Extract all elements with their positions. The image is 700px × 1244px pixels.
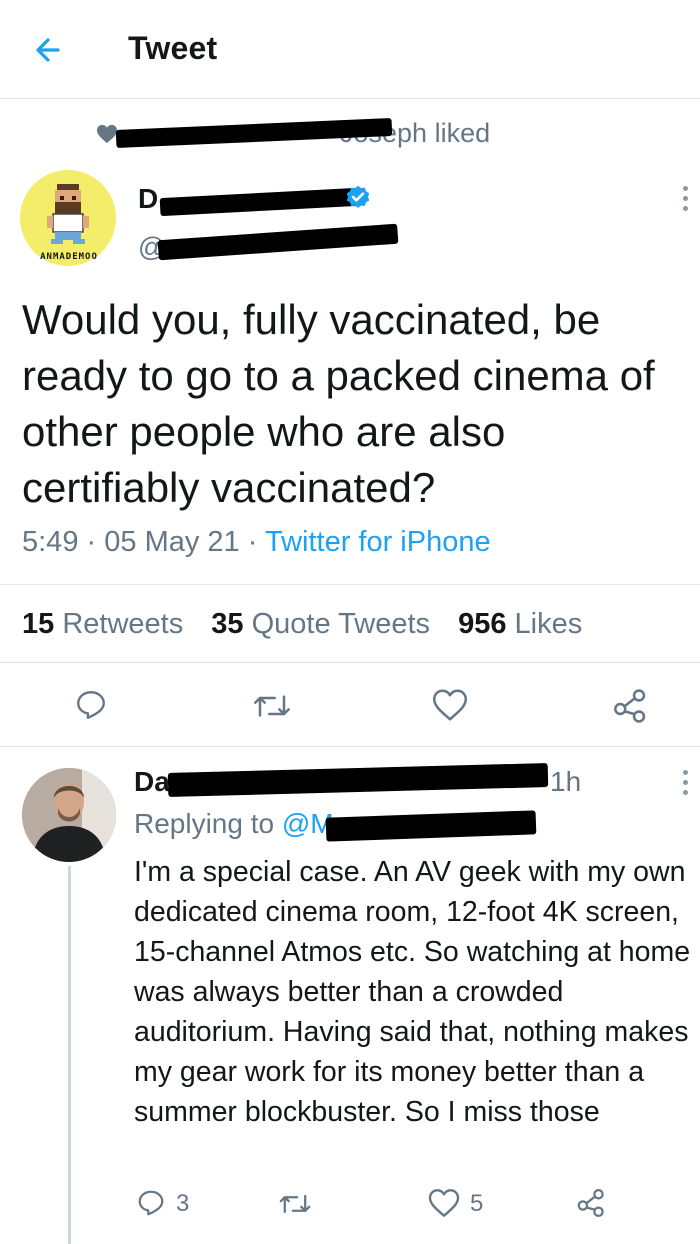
stats-divider-top [0,584,700,585]
reply-author-avatar[interactable] [22,768,116,862]
reply-text: I'm a special case. An AV geek with my o… [134,856,691,1128]
retweet-icon[interactable] [252,690,292,722]
redaction-mark [167,763,549,797]
quote-tweets-stat[interactable]: 35 Quote Tweets [211,608,430,640]
reply-reply-icon[interactable] [136,1188,166,1218]
replying-to: Replying to @M [134,808,334,839]
avatar-caption: ANMADEMOO [40,252,98,262]
redaction-mark [325,810,537,842]
reply-icon[interactable] [74,688,108,722]
likes-stat[interactable]: 956 Likes [458,608,582,640]
meta-separator: · [86,526,97,558]
author-name[interactable]: D [138,183,158,215]
redaction-mark [157,223,399,261]
verified-badge-icon [346,185,370,208]
tweet-time: 5:49 [22,526,79,558]
tweet-date: 05 May 21 [104,526,240,558]
tweet-source-link[interactable]: Twitter for iPhone [265,526,491,558]
reply-like-icon[interactable] [428,1188,460,1218]
reply-share-icon[interactable] [576,1188,606,1218]
like-icon[interactable] [432,688,468,722]
share-icon[interactable] [612,688,648,724]
reply-author-name[interactable]: Da [134,766,170,798]
reply-more-options-icon[interactable] [683,770,689,800]
reply-time: 1h [550,766,582,797]
redaction-mark [159,187,359,217]
more-options-icon[interactable] [683,186,689,216]
reply-count: 3 [176,1190,190,1217]
tweet-stats: 15 Retweets 35 Quote Tweets 956 Likes [22,608,582,641]
stats-divider-bottom [0,662,700,663]
tweet-text: Would you, fully vaccinated, be ready to… [22,296,655,511]
header-divider [0,98,700,99]
tweet-meta: 5:49 · 05 May 21 · Twitter for iPhone [22,526,491,559]
thread-line [68,866,71,1244]
reply-like-count: 5 [470,1190,484,1217]
retweets-stat[interactable]: 15 Retweets [22,608,183,640]
page-title: Tweet [128,30,218,66]
back-arrow-icon[interactable] [30,30,70,70]
tweet-divider [0,746,700,747]
reply-retweet-icon[interactable] [278,1190,312,1218]
heart-filled-icon [97,124,117,144]
meta-separator: · [247,526,258,558]
profile-photo-image [22,768,116,862]
